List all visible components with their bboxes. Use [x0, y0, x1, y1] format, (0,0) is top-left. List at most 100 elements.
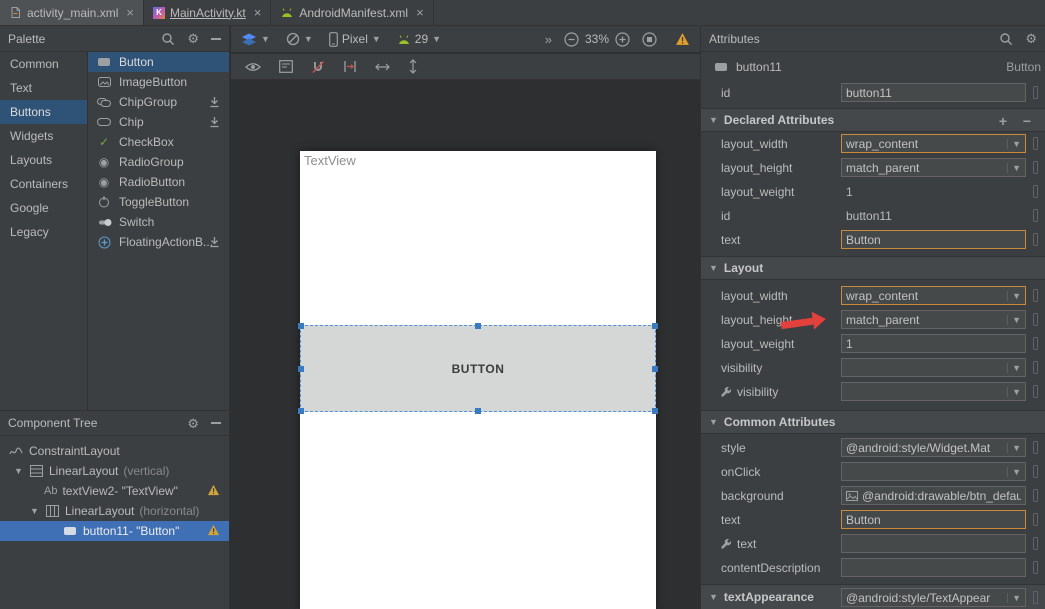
tree-item-button11[interactable]: button11- "Button": [0, 521, 229, 541]
search-icon[interactable]: [161, 32, 175, 46]
tab-android-manifest-xml[interactable]: AndroidManifest.xml ×: [271, 0, 433, 25]
resource-flag[interactable]: [1033, 313, 1038, 326]
section-text-appearance[interactable]: ▼ textAppearance @android:style/TextAppe…: [701, 584, 1045, 609]
pack-horizontal-icon[interactable]: [375, 62, 390, 72]
palette-item-radiogroup[interactable]: ◉ RadioGroup: [88, 152, 229, 172]
resource-flag[interactable]: [1033, 385, 1038, 398]
zoom-to-fit-button[interactable]: [642, 32, 657, 47]
resize-handle[interactable]: [298, 408, 304, 414]
resource-flag[interactable]: [1033, 161, 1038, 174]
resource-flag[interactable]: [1033, 233, 1038, 246]
add-attribute-button[interactable]: +: [999, 113, 1007, 129]
resource-flag[interactable]: [1033, 465, 1038, 478]
resource-flag[interactable]: [1033, 185, 1038, 198]
palette-item-switch[interactable]: Switch: [88, 212, 229, 232]
resource-flag[interactable]: [1033, 337, 1038, 350]
layout-height-combo[interactable]: match_parent▼: [841, 158, 1026, 177]
chevron-down-icon[interactable]: ▼: [14, 466, 23, 476]
section-layout[interactable]: ▼ Layout: [701, 256, 1045, 280]
palette-item-togglebutton[interactable]: ToggleButton: [88, 192, 229, 212]
orientation-theme-selector[interactable]: ▼: [286, 32, 313, 46]
palette-item-floatingactionbutton[interactable]: FloatingActionB...: [88, 232, 229, 252]
resize-handle[interactable]: [475, 408, 481, 414]
resource-flag[interactable]: [1033, 361, 1038, 374]
visibility-combo[interactable]: ▼: [841, 358, 1026, 377]
onclick-combo[interactable]: ▼: [841, 462, 1026, 481]
palette-category-common[interactable]: Common: [0, 52, 87, 76]
resource-flag[interactable]: [1033, 561, 1038, 574]
tree-item-textview2[interactable]: Ab textView2- "TextView": [0, 481, 229, 501]
zoom-out-button[interactable]: [564, 32, 579, 47]
close-icon[interactable]: ×: [416, 5, 424, 20]
tab-main-activity-kt[interactable]: K MainActivity.kt ×: [144, 0, 271, 25]
canvas-textview[interactable]: TextView: [304, 153, 356, 168]
palette-item-button[interactable]: Button: [88, 52, 229, 72]
id-input[interactable]: button11: [841, 83, 1026, 102]
palette-item-chipgroup[interactable]: ChipGroup: [88, 92, 229, 112]
search-icon[interactable]: [999, 32, 1013, 46]
text-appearance-combo[interactable]: @android:style/TextAppear▼: [841, 588, 1026, 607]
layout-width-combo[interactable]: wrap_content▼: [841, 134, 1026, 153]
minimize-icon[interactable]: [211, 422, 221, 424]
palette-category-widgets[interactable]: Widgets: [0, 124, 87, 148]
palette-category-buttons[interactable]: Buttons: [0, 100, 87, 124]
resource-flag[interactable]: [1033, 591, 1038, 604]
resource-flag[interactable]: [1033, 441, 1038, 454]
tools-text-input[interactable]: [841, 534, 1026, 553]
warnings-button[interactable]: [675, 32, 690, 46]
resource-flag[interactable]: [1033, 489, 1038, 502]
layout-height-combo[interactable]: match_parent▼: [841, 310, 1026, 329]
chevron-down-icon[interactable]: ▼: [30, 506, 39, 516]
resize-handle[interactable]: [475, 323, 481, 329]
resize-handle[interactable]: [298, 323, 304, 329]
view-options-eye-icon[interactable]: [245, 62, 261, 72]
palette-category-text[interactable]: Text: [0, 76, 87, 100]
tree-item-linearlayout-vertical[interactable]: ▼ LinearLayout (vertical): [0, 461, 229, 481]
autoconnect-off-magnet-icon[interactable]: [311, 60, 325, 74]
resource-flag[interactable]: [1033, 289, 1038, 302]
resize-handle[interactable]: [652, 366, 658, 372]
palette-item-checkbox[interactable]: ✓ CheckBox: [88, 132, 229, 152]
zoom-in-button[interactable]: [615, 32, 630, 47]
blueprint-border-icon[interactable]: [279, 60, 293, 73]
attr-value[interactable]: 1: [846, 185, 853, 199]
minimize-icon[interactable]: [211, 38, 221, 40]
remove-attribute-button[interactable]: −: [1023, 113, 1031, 129]
text-input[interactable]: Button: [841, 230, 1026, 249]
close-icon[interactable]: ×: [254, 5, 262, 20]
gear-icon[interactable]: ⚙: [1025, 32, 1037, 45]
palette-item-radiobutton[interactable]: ◉ RadioButton: [88, 172, 229, 192]
tree-item-linearlayout-horizontal[interactable]: ▼ LinearLayout (horizontal): [0, 501, 229, 521]
close-icon[interactable]: ×: [126, 5, 134, 20]
design-surface-selector[interactable]: ▼: [241, 33, 270, 46]
device-selector[interactable]: Pixel ▼: [329, 32, 381, 47]
tools-visibility-combo[interactable]: ▼: [841, 382, 1026, 401]
layout-weight-input[interactable]: 1: [841, 334, 1026, 353]
tab-activity-main-xml[interactable]: activity_main.xml ×: [0, 0, 144, 25]
palette-item-chip[interactable]: Chip: [88, 112, 229, 132]
palette-item-imagebutton[interactable]: ImageButton: [88, 72, 229, 92]
content-description-input[interactable]: [841, 558, 1026, 577]
palette-category-layouts[interactable]: Layouts: [0, 148, 87, 172]
background-input[interactable]: @android:drawable/btn_defau: [841, 486, 1026, 505]
palette-category-containers[interactable]: Containers: [0, 172, 87, 196]
toolbar-overflow-button[interactable]: »: [545, 32, 552, 47]
resource-flag[interactable]: [1033, 86, 1038, 99]
resource-flag[interactable]: [1033, 209, 1038, 222]
section-common-attributes[interactable]: ▼ Common Attributes: [701, 410, 1045, 434]
text-input[interactable]: Button: [841, 510, 1026, 529]
tree-item-constraintlayout[interactable]: ConstraintLayout: [0, 441, 229, 461]
resource-flag[interactable]: [1033, 137, 1038, 150]
palette-category-google[interactable]: Google: [0, 196, 87, 220]
resize-handle[interactable]: [652, 408, 658, 414]
device-artboard[interactable]: TextView BUTTON: [300, 151, 656, 609]
gear-icon[interactable]: ⚙: [187, 417, 199, 430]
api-level-selector[interactable]: 29 ▼: [397, 32, 441, 46]
default-margins-icon[interactable]: [343, 60, 357, 73]
gear-icon[interactable]: ⚙: [187, 32, 199, 45]
style-combo[interactable]: @android:style/Widget.Mat▼: [841, 438, 1026, 457]
palette-category-legacy[interactable]: Legacy: [0, 220, 87, 244]
resource-flag[interactable]: [1033, 513, 1038, 526]
resize-handle[interactable]: [298, 366, 304, 372]
resize-handle[interactable]: [652, 323, 658, 329]
